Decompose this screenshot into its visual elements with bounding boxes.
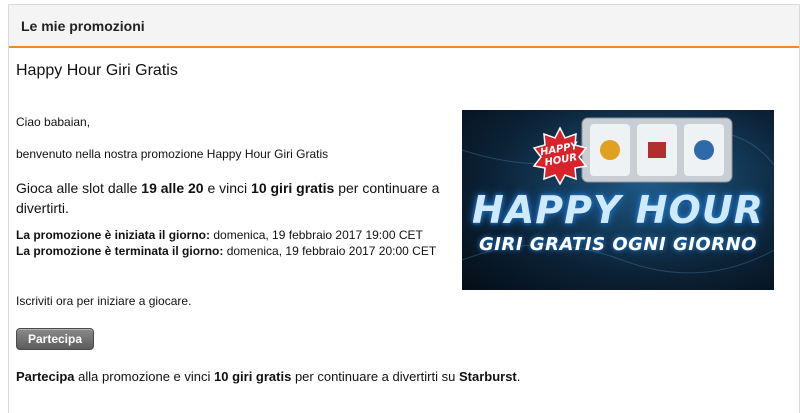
end-date-value: domenica, 19 febbraio 2017 20:00 CET	[223, 244, 437, 258]
participate-button[interactable]: Partecipa	[16, 328, 94, 350]
end-date-label: La promozione è terminata il giorno:	[16, 244, 224, 258]
end-date-row: La promozione è terminata il giorno: dom…	[16, 243, 446, 259]
start-date-row: La promozione è iniziata il giorno: dome…	[16, 227, 446, 243]
slot-reels	[581, 117, 733, 183]
happy-hour-banner: HAPPY HOUR HAPPY HOUR GIRI GRATIS OGNI G…	[462, 110, 774, 290]
panel-title: Le mie promozioni	[21, 17, 145, 34]
banner-headline: HAPPY HOUR	[472, 188, 764, 232]
signup-text: Iscriviti ora per iniziare a giocare.	[16, 294, 192, 308]
start-date-value: domenica, 19 febbraio 2017 19:00 CET	[210, 228, 423, 242]
panel-header: Le mie promozioni	[9, 5, 799, 48]
footer-part2: alla promozione e vinci	[74, 369, 215, 384]
footer-part3: per continuare a divertirti su	[291, 369, 459, 384]
footer-game: Starburst	[458, 369, 517, 384]
lead-spins: 10 giri gratis	[251, 180, 335, 196]
footer-spins: 10 giri gratis	[214, 369, 292, 384]
footer-part4: .	[516, 369, 521, 384]
promo-dates: La promozione è iniziata il giorno: dome…	[16, 227, 446, 259]
footer-text: Partecipa alla promozione e vinci 10 gir…	[16, 368, 520, 386]
start-date-label: La promozione è iniziata il giorno:	[16, 228, 211, 242]
promo-lead-text: Gioca alle slot dalle 19 alle 20 e vinci…	[16, 178, 456, 218]
banner-subline: GIRI GRATIS OGNI GIORNO	[479, 234, 757, 255]
promo-title: Happy Hour Giri Gratis	[16, 62, 178, 79]
lead-part2: e vinci	[203, 180, 252, 196]
footer-part1: Partecipa	[16, 369, 75, 384]
lead-hours: 19 alle 20	[141, 180, 204, 196]
welcome-text: benvenuto nella nostra promozione Happy …	[16, 147, 329, 161]
lead-part1: Gioca alle slot dalle	[16, 180, 142, 196]
greeting-text: Ciao babaian,	[16, 115, 91, 129]
